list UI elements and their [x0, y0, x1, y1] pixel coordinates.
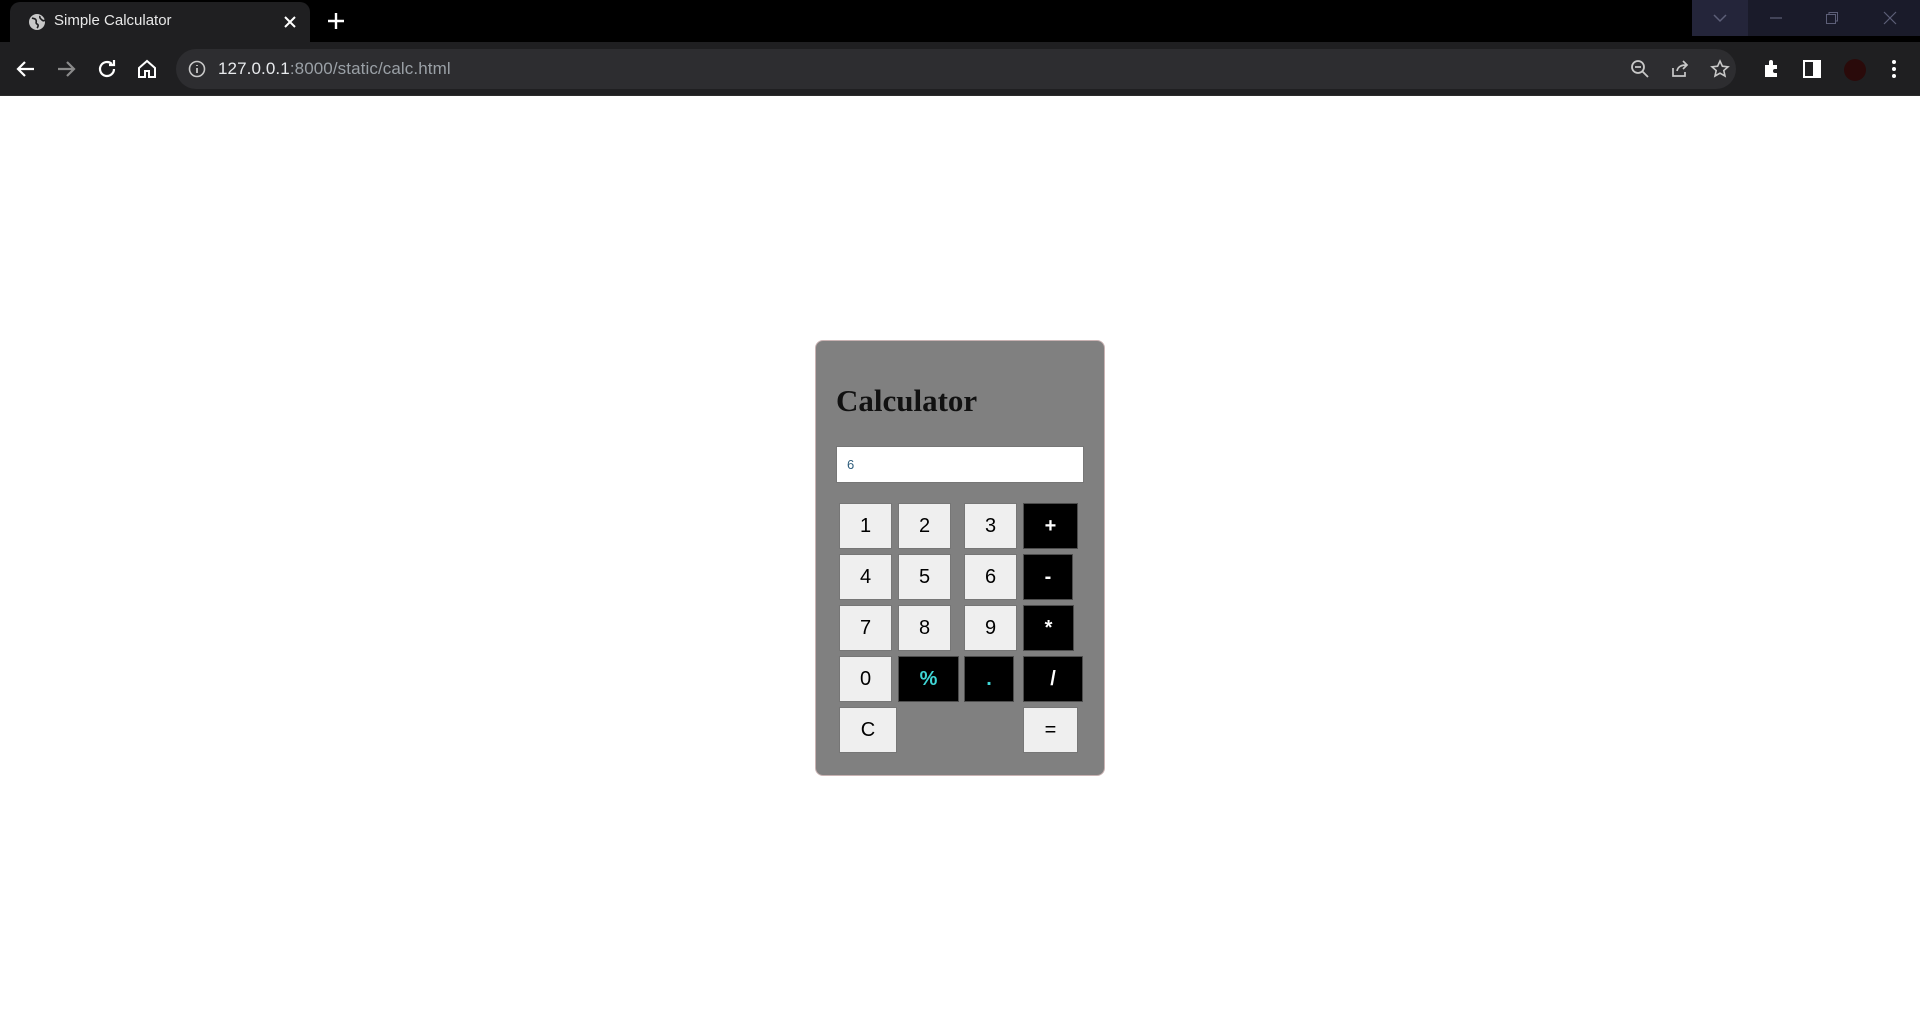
- equals-button[interactable]: =: [1023, 707, 1078, 753]
- browser-titlebar: Simple Calculator: [0, 0, 1920, 42]
- new-tab-icon[interactable]: [326, 11, 346, 31]
- close-window-button[interactable]: [1860, 0, 1920, 36]
- reload-icon[interactable]: [95, 57, 119, 81]
- close-tab-icon[interactable]: [282, 14, 298, 30]
- minus-button[interactable]: -: [1023, 554, 1073, 600]
- extensions-icon[interactable]: [1760, 57, 1784, 81]
- minimize-button[interactable]: [1748, 0, 1804, 36]
- key-1-button[interactable]: 1: [839, 503, 892, 549]
- key-3-button[interactable]: 3: [964, 503, 1017, 549]
- zoom-icon[interactable]: [1630, 59, 1650, 79]
- calculator-display[interactable]: [836, 446, 1084, 483]
- calculator-panel: Calculator 1 2 3 + 4 5 6 - 7 8 9 * 0 % .…: [815, 340, 1105, 776]
- key-7-button[interactable]: 7: [839, 605, 892, 651]
- clear-button[interactable]: C: [839, 707, 897, 753]
- browser-toolbar: 127.0.0.1:8000/static/calc.html: [0, 42, 1920, 96]
- restore-icon: [1826, 12, 1838, 24]
- tab-title: Simple Calculator: [54, 12, 172, 29]
- more-menu-icon[interactable]: [1882, 57, 1906, 81]
- profile-avatar[interactable]: [1844, 59, 1866, 81]
- back-icon[interactable]: [14, 57, 38, 81]
- url-host: 127.0.0.1: [218, 59, 290, 78]
- minimize-icon: [1770, 17, 1782, 19]
- divide-button[interactable]: /: [1023, 656, 1083, 702]
- share-icon[interactable]: [1670, 59, 1690, 79]
- key-6-button[interactable]: 6: [964, 554, 1017, 600]
- key-8-button[interactable]: 8: [898, 605, 951, 651]
- key-2-button[interactable]: 2: [898, 503, 951, 549]
- multiply-button[interactable]: *: [1023, 605, 1074, 651]
- tab-search-button[interactable]: [1692, 0, 1748, 36]
- key-0-button[interactable]: 0: [839, 656, 892, 702]
- key-5-button[interactable]: 5: [898, 554, 951, 600]
- plus-button[interactable]: +: [1023, 503, 1078, 549]
- site-info-icon[interactable]: [188, 60, 206, 78]
- address-bar[interactable]: 127.0.0.1:8000/static/calc.html: [176, 49, 1736, 89]
- url-text[interactable]: 127.0.0.1:8000/static/calc.html: [218, 59, 451, 79]
- url-path: :8000/static/calc.html: [289, 59, 451, 78]
- side-panel-icon[interactable]: [1800, 57, 1824, 81]
- globe-icon: [29, 14, 46, 30]
- decimal-point-button[interactable]: .: [964, 656, 1014, 702]
- home-icon[interactable]: [135, 57, 159, 81]
- key-4-button[interactable]: 4: [839, 554, 892, 600]
- key-9-button[interactable]: 9: [964, 605, 1017, 651]
- chevron-down-icon: [1713, 14, 1727, 23]
- bookmark-star-icon[interactable]: [1710, 59, 1730, 79]
- close-icon: [1883, 11, 1897, 25]
- forward-icon[interactable]: [54, 57, 78, 81]
- browser-tab[interactable]: Simple Calculator: [10, 2, 310, 42]
- percent-button[interactable]: %: [898, 656, 959, 702]
- restore-button[interactable]: [1804, 0, 1860, 36]
- calculator-title: Calculator: [836, 383, 978, 418]
